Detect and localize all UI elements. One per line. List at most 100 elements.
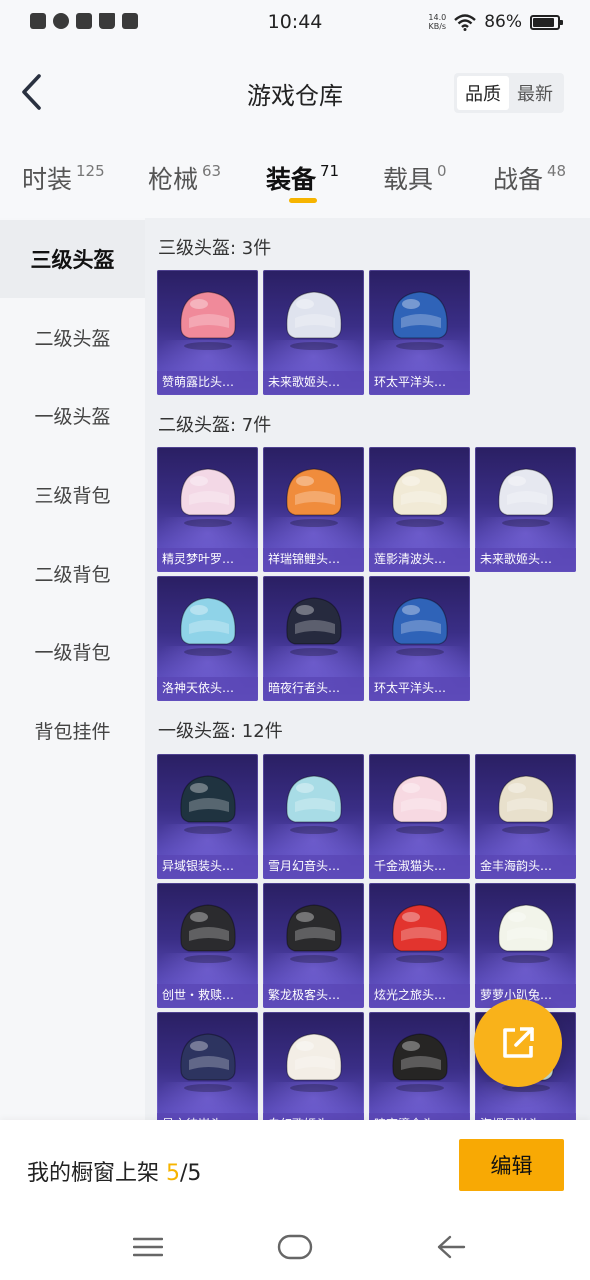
- sidebar-item-level1-helmet[interactable]: 一级头盔: [0, 376, 145, 454]
- share-external-icon: [503, 1027, 534, 1058]
- tab-count: 63: [202, 162, 222, 180]
- item-card[interactable]: 未来歌姬头…: [263, 270, 364, 395]
- helmet-icon: [498, 468, 554, 527]
- item-name: 金丰海韵头…: [480, 859, 553, 873]
- helmet-icon: [286, 597, 342, 656]
- tab-count: 0: [437, 162, 447, 180]
- tab-label: 时装: [22, 165, 73, 194]
- status-right: 14.0 KB/s 86%: [428, 12, 563, 32]
- tab-count: 125: [76, 162, 105, 180]
- item-name: 环太平洋头…: [374, 375, 447, 389]
- helmet-icon: [286, 904, 342, 963]
- network-speed-unit: KB/s: [428, 22, 447, 31]
- sidebar-item-backpack-charm[interactable]: 背包挂件: [0, 691, 145, 769]
- showcase-status: 我的橱窗上架 5/5: [27, 1155, 201, 1187]
- item-name: 环太平洋头…: [374, 681, 447, 695]
- item-card[interactable]: 雪月幻音头…: [263, 754, 364, 879]
- nav-menu-button[interactable]: [128, 1229, 168, 1265]
- nav-back-button[interactable]: [431, 1229, 471, 1265]
- item-card[interactable]: 萝萝小趴兔…: [475, 883, 576, 1008]
- helmet-icon: [392, 904, 448, 963]
- item-card[interactable]: 环太平洋头…: [369, 270, 470, 395]
- sort-option-quality[interactable]: 品质: [457, 76, 509, 110]
- section-title-level2: 二级头盔: 7件: [158, 415, 272, 436]
- sort-option-latest[interactable]: 最新: [509, 76, 561, 110]
- status-bar: 10:44 14.0 KB/s 86%: [0, 0, 590, 46]
- item-name: 精灵梦叶罗…: [162, 552, 235, 566]
- item-name: 炫光之旅头…: [374, 988, 447, 1002]
- item-card[interactable]: 精灵梦叶罗…: [157, 447, 258, 572]
- item-card[interactable]: 异域银装头…: [157, 754, 258, 879]
- item-card[interactable]: 莲影清波头…: [369, 447, 470, 572]
- item-card[interactable]: 环太平洋头…: [369, 576, 470, 701]
- item-card[interactable]: 创世・救赎…: [157, 883, 258, 1008]
- item-card[interactable]: 金丰海韵头…: [475, 754, 576, 879]
- network-speed-value: 14.0: [428, 13, 447, 22]
- helmet-icon: [180, 1033, 236, 1092]
- tab-equipment[interactable]: 装备 71: [266, 160, 339, 196]
- tab-label: 战备: [493, 165, 544, 194]
- helmet-icon: [392, 468, 448, 527]
- home-icon: [277, 1234, 313, 1260]
- item-card[interactable]: 炫光之旅头…: [369, 883, 470, 1008]
- wifi-icon: [454, 13, 477, 31]
- item-card[interactable]: 赞萌露比头…: [157, 270, 258, 395]
- nav-home-button[interactable]: [275, 1229, 315, 1265]
- item-card[interactable]: 千金淑猫头…: [369, 754, 470, 879]
- tab-label: 枪械: [148, 165, 199, 194]
- item-card[interactable]: 繁龙极客头…: [263, 883, 364, 1008]
- tab-vehicles[interactable]: 载具 0: [383, 160, 447, 196]
- item-name: 异域银装头…: [162, 859, 235, 873]
- tab-label: 载具: [383, 165, 434, 194]
- helmet-icon: [180, 904, 236, 963]
- sidebar-item-level2-helmet[interactable]: 二级头盔: [0, 298, 145, 376]
- sidebar: 三级头盔 二级头盔 一级头盔 三级背包 二级背包 一级背包 背包挂件: [0, 218, 145, 1120]
- item-name: 雪月幻音头…: [268, 859, 341, 873]
- item-card[interactable]: 洛神天依头…: [157, 576, 258, 701]
- item-card[interactable]: 未来歌姬头…: [475, 447, 576, 572]
- item-name: 暗夜行者头…: [268, 681, 341, 695]
- helmet-icon: [498, 775, 554, 834]
- share-fab-button[interactable]: [474, 999, 562, 1087]
- helmet-icon: [498, 904, 554, 963]
- tab-fashion[interactable]: 时装 125: [22, 160, 105, 196]
- item-card[interactable]: 星之彼岸头…: [157, 1012, 258, 1120]
- category-tabs: 时装 125 枪械 63 装备 71 载具 0 战备 48: [0, 140, 590, 218]
- helmet-icon: [392, 291, 448, 350]
- item-name: 莲影清波头…: [374, 552, 447, 566]
- item-name: 未来歌姬头…: [268, 375, 341, 389]
- showcase-label: 我的橱窗上架: [27, 1161, 160, 1186]
- item-card[interactable]: 白幻歌姬头…: [263, 1012, 364, 1120]
- network-speed: 14.0 KB/s: [428, 13, 446, 31]
- helmet-icon: [286, 775, 342, 834]
- item-name: 创世・救赎…: [162, 988, 235, 1002]
- item-name: 赞萌露比头…: [162, 375, 235, 389]
- tab-count: 71: [320, 162, 340, 180]
- item-card[interactable]: 暗夜行者头…: [263, 576, 364, 701]
- sidebar-item-level1-backpack[interactable]: 一级背包: [0, 612, 145, 690]
- sidebar-item-level3-backpack[interactable]: 三级背包: [0, 455, 145, 533]
- showcase-bar: 我的橱窗上架 5/5 编辑: [0, 1120, 590, 1215]
- item-card[interactable]: 祥瑞锦鲤头…: [263, 447, 364, 572]
- menu-icon: [133, 1237, 163, 1257]
- section-title-level3: 三级头盔: 3件: [158, 238, 272, 259]
- helmet-icon: [286, 468, 342, 527]
- helmet-icon: [286, 1033, 342, 1092]
- sort-toggle: 品质 最新: [454, 73, 564, 113]
- system-nav-bar: [0, 1215, 590, 1280]
- battery-fill: [533, 17, 554, 27]
- sidebar-item-level2-backpack[interactable]: 二级背包: [0, 534, 145, 612]
- tab-count: 48: [547, 162, 567, 180]
- back-icon: [437, 1235, 466, 1259]
- edit-button[interactable]: 编辑: [459, 1139, 564, 1191]
- tab-guns[interactable]: 枪械 63: [148, 160, 221, 196]
- item-card[interactable]: 暗夜鎏金头…: [369, 1012, 470, 1120]
- helmet-icon: [286, 291, 342, 350]
- item-name: 洛神天依头…: [162, 681, 235, 695]
- tab-supplies[interactable]: 战备 48: [493, 160, 566, 196]
- item-grid[interactable]: 三级头盔: 3件 二级头盔: 7件 一级头盔: 12件 赞萌露比头… 未来歌姬头……: [145, 218, 590, 1120]
- showcase-count-total: /5: [180, 1161, 202, 1186]
- battery-percent: 86%: [484, 12, 522, 32]
- sidebar-item-level3-helmet[interactable]: 三级头盔: [0, 220, 145, 298]
- item-name: 祥瑞锦鲤头…: [268, 552, 341, 566]
